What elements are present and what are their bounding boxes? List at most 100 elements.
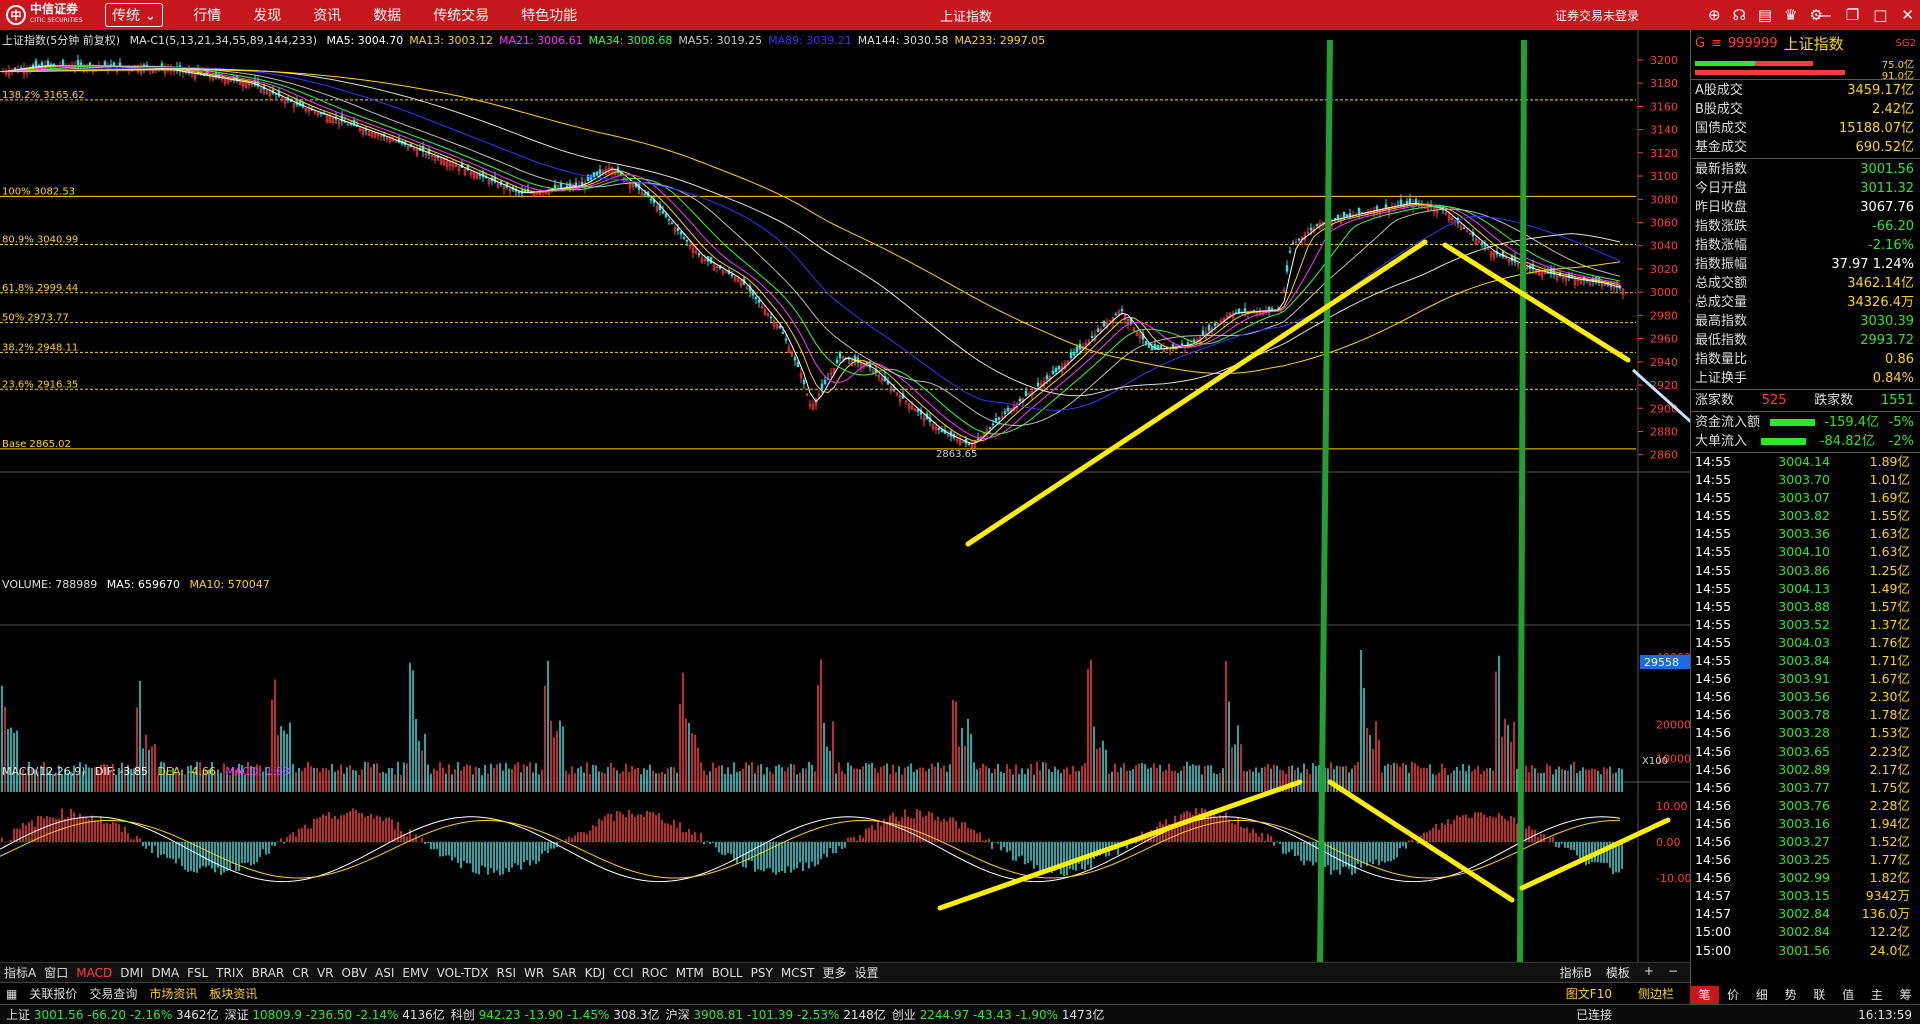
login-status[interactable]: 证券交易未登录 (1555, 7, 1639, 24)
indicator-tab-wr[interactable]: WR (524, 966, 544, 980)
indicator-tab-brar[interactable]: BRAR (252, 966, 285, 980)
indicator-tab-asi[interactable]: ASI (375, 966, 394, 980)
indicator-right-3[interactable]: − (1668, 964, 1678, 981)
candle-body (1069, 352, 1073, 359)
minimize-icon[interactable]: — (1817, 6, 1832, 24)
calendar-icon[interactable]: ⊕ (1708, 6, 1721, 24)
sidebar-toggle[interactable]: 侧边栏 (1638, 985, 1674, 1002)
tape-item[interactable]: 深证 10809.9 -236.50 -2.14% 4136亿 (225, 1006, 445, 1023)
indicator-tab-macd[interactable]: MACD (76, 966, 112, 980)
index-stat-label: 总成交量 (1695, 295, 1748, 310)
indicator-tab-更多[interactable]: 更多 (823, 964, 847, 981)
indicator-tab-boll[interactable]: BOLL (712, 966, 743, 980)
tick-price: 3003.07 (1778, 490, 1830, 506)
tape-item[interactable]: 上证 3001.56 -66.20 -2.16% 3462亿 (6, 1006, 219, 1023)
quote-panel-tabs: 笔价细势联值主筹 (1690, 986, 1920, 1004)
tick-price: 3003.84 (1778, 653, 1830, 669)
candle-body (769, 316, 773, 319)
menu-features[interactable]: 特色功能 (521, 5, 577, 25)
menu-square-icon[interactable]: ▦ (6, 987, 17, 1001)
menu-discover[interactable]: 发现 (253, 5, 281, 25)
kline-chart-area[interactable]: 上证指数(5分钟 前复权) MA-C1(5,13,21,34,55,89,144… (0, 30, 1831, 997)
index-stat-row: 总成交额 3462.14亿 (1691, 274, 1920, 293)
skin-icon[interactable]: ♛ (1784, 6, 1797, 24)
tick-time: 14:56 (1695, 797, 1732, 813)
menu-data[interactable]: 数据 (373, 5, 401, 25)
indicator-tab-dmi[interactable]: DMI (120, 966, 143, 980)
index-name: 上证指数 (1783, 34, 1844, 53)
index-stat-value: 0.86 (1885, 352, 1914, 367)
indicator-right-1[interactable]: 模板 (1606, 964, 1630, 981)
panel-tab-0[interactable]: 笔 (1690, 986, 1719, 1004)
candle-body (1096, 328, 1100, 333)
nav-related-quote[interactable]: 关联报价 (29, 985, 77, 1002)
indicator-tab-cr[interactable]: CR (292, 966, 309, 980)
close-icon[interactable]: ✕ (1901, 6, 1914, 24)
indicator-tab-sar[interactable]: SAR (552, 966, 576, 980)
chart-canvas[interactable]: 3200 3180 3160 3140 3120 3100 3080 3060 3040 3020… (0, 30, 1831, 997)
nav-market-news[interactable]: 市场资讯 (149, 985, 197, 1002)
panel-tab-3[interactable]: 势 (1776, 986, 1805, 1004)
indicator-right-0[interactable]: 指标B (1560, 964, 1592, 981)
nav-trade-query[interactable]: 交易查询 (89, 985, 137, 1002)
menu-quote[interactable]: 行情 (193, 5, 221, 25)
panel-tab-1[interactable]: 价 (1719, 986, 1748, 1004)
indicator-tab-trix[interactable]: TRIX (216, 966, 243, 980)
indicator-tab-vol-tdx[interactable]: VOL-TDX (437, 966, 489, 980)
indicator-tab-dma[interactable]: DMA (151, 966, 179, 980)
tape-price: 2244.97 (919, 1008, 974, 1022)
indicator-tab-cci[interactable]: CCI (613, 966, 633, 980)
indicator-tab-kdj[interactable]: KDJ (585, 966, 606, 980)
candle-body (40, 62, 44, 66)
headset-icon[interactable]: ☊ (1733, 6, 1746, 24)
indicator-tab-rsi[interactable]: RSI (497, 966, 517, 980)
maximize-icon[interactable]: □ (1873, 6, 1887, 24)
breadth-group: 涨家数 525 跌家数 1551 (1691, 390, 1920, 412)
nav-sector-news[interactable]: 板块资讯 (209, 985, 257, 1002)
tape-amount: 3462亿 (176, 1008, 219, 1022)
mode-select[interactable]: 传统 ⌄ (105, 3, 164, 27)
indicator-tab-roc[interactable]: ROC (642, 966, 668, 980)
tick-price: 3003.65 (1778, 743, 1830, 759)
tick-price: 3004.03 (1778, 634, 1830, 650)
candle-body (1075, 346, 1079, 353)
tape-item[interactable]: 科创 942.23 -13.90 -1.45% 308.3亿 (451, 1006, 660, 1023)
restore-icon[interactable]: ❐ (1846, 6, 1859, 24)
candle-body (1090, 336, 1094, 338)
tick-list[interactable]: 14:55 3004.14 1.89亿 14:55 3003.70 1.01亿 14:55 3… (1691, 453, 1920, 960)
f10-button[interactable]: 图文F10 (1566, 985, 1612, 1002)
menu-icon[interactable]: ≡ (1711, 36, 1722, 51)
indicator-tab-指标a[interactable]: 指标A (4, 964, 36, 981)
panel-tab-4[interactable]: 联 (1805, 986, 1834, 1004)
menu-trade[interactable]: 传统交易 (433, 5, 489, 25)
tick-price: 3003.88 (1778, 598, 1830, 614)
drawn-vertical-line-1 (1317, 39, 1333, 971)
panel-tab-2[interactable]: 细 (1748, 986, 1777, 1004)
panel-tab-5[interactable]: 值 (1834, 986, 1863, 1004)
tick-price: 3003.28 (1778, 725, 1830, 741)
tape-item[interactable]: 沪深 3908.81 -101.39 -2.53% 2148亿 (666, 1006, 886, 1023)
indicator-tab-mcst[interactable]: MCST (781, 966, 815, 980)
vol-ma10: MA10: 570047 (189, 578, 270, 591)
indicator-tab-fsl[interactable]: FSL (187, 966, 208, 980)
document-icon[interactable]: ▤ (1758, 6, 1772, 24)
index-stat-value: 3011.32 (1860, 181, 1914, 196)
tick-amount: 1.52亿 (1869, 833, 1910, 849)
menu-news[interactable]: 资讯 (313, 5, 341, 25)
indicator-tab-emv[interactable]: EMV (402, 966, 428, 980)
panel-tab-7[interactable]: 筹 (1891, 986, 1920, 1004)
panel-tab-6[interactable]: 主 (1863, 986, 1892, 1004)
candle-body (1384, 204, 1388, 209)
indicator-tab-窗口[interactable]: 窗口 (44, 964, 68, 981)
tick-price: 3003.52 (1778, 616, 1830, 632)
indicator-tab-设置[interactable]: 设置 (855, 964, 879, 981)
candle-body (1147, 343, 1151, 348)
indicator-right-2[interactable]: + (1644, 964, 1654, 981)
indicator-tab-psy[interactable]: PSY (751, 966, 773, 980)
indicator-tab-mtm[interactable]: MTM (676, 966, 704, 980)
indicator-tab-obv[interactable]: OBV (342, 966, 368, 980)
tick-amount: 1.49亿 (1869, 580, 1910, 596)
indicator-tab-vr[interactable]: VR (317, 966, 334, 980)
tape-item[interactable]: 创业 2244.97 -43.43 -1.90% 1473亿 (892, 1006, 1105, 1023)
index-stat-label: 昨日收盘 (1695, 200, 1748, 215)
